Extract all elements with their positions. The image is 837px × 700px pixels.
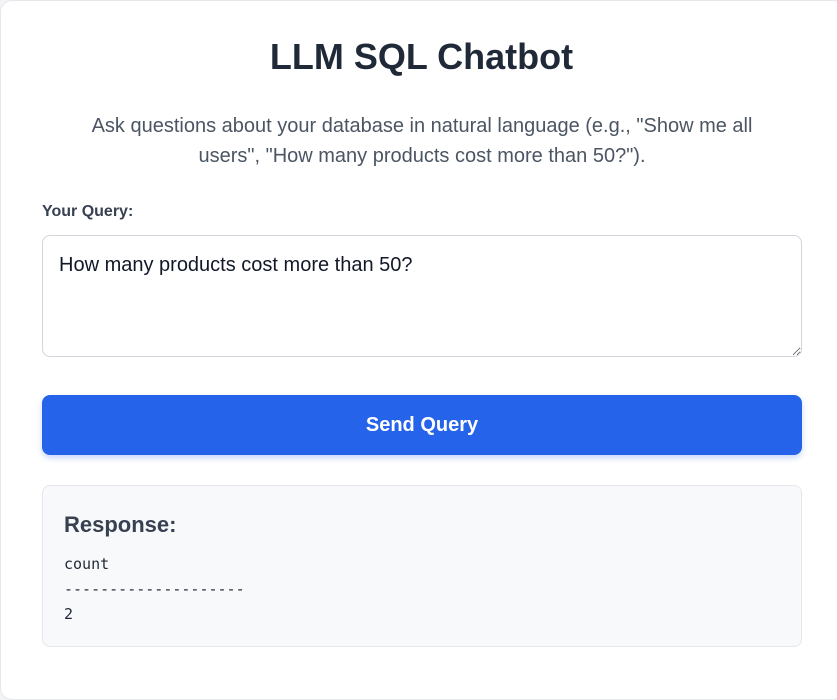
response-heading: Response: (64, 512, 177, 537)
query-input[interactable]: How many products cost more than 50? (42, 235, 802, 357)
response-panel: Response: count -------------------- 2 (42, 485, 802, 647)
page-title: LLM SQL Chatbot (269, 36, 574, 77)
query-label: Your Query: (42, 203, 134, 220)
chatbot-card: LLM SQL Chatbot Ask questions about your… (0, 0, 837, 700)
send-query-button[interactable]: Send Query (42, 395, 802, 455)
response-output: count -------------------- 2 (64, 555, 245, 623)
page-subtitle: Ask questions about your database in nat… (91, 115, 753, 167)
